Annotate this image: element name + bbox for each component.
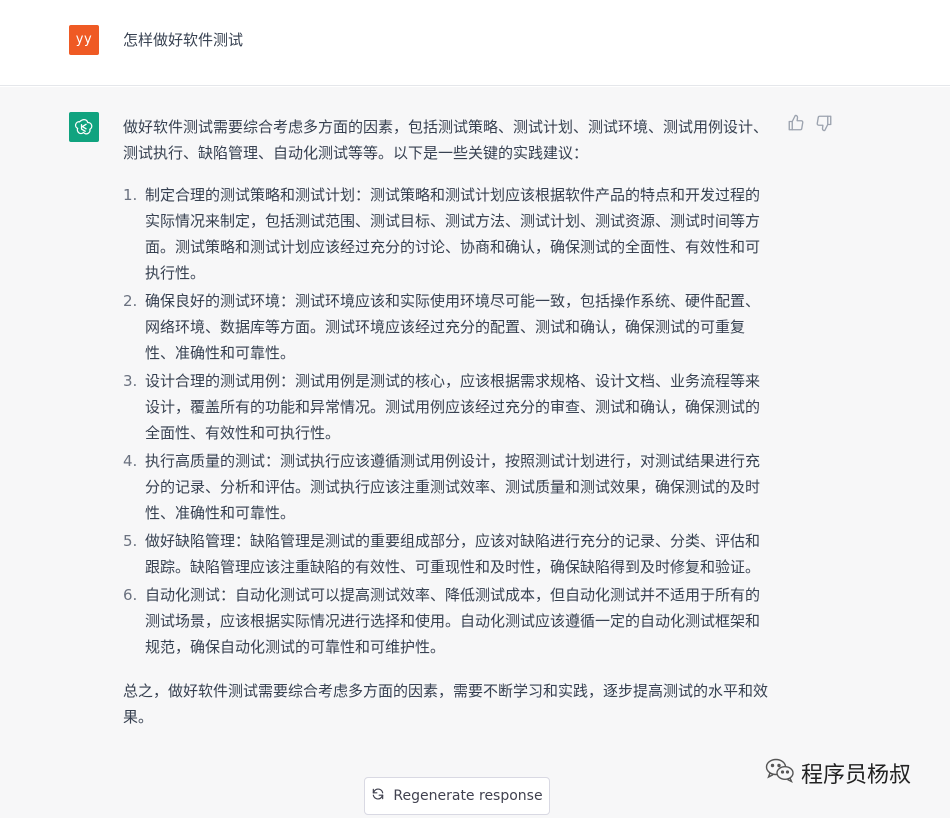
user-avatar: yy	[69, 25, 99, 55]
assistant-message-content: 做好软件测试需要综合考虑多方面的因素，包括测试策略、测试计划、测试环境、测试用例…	[123, 114, 771, 730]
list-item-text: 自动化测试：自动化测试可以提高测试效率、降低测试成本，但自动化测试并不适用于所有…	[145, 586, 761, 656]
list-item-text: 制定合理的测试策略和测试计划：测试策略和测试计划应该根据软件产品的特点和开发过程…	[145, 186, 761, 282]
list-number: 2.	[123, 292, 138, 310]
refresh-icon	[371, 787, 385, 805]
list-item-text: 设计合理的测试用例：测试用例是测试的核心，应该根据需求规格、设计文档、业务流程等…	[145, 372, 761, 442]
list-item: 6. 自动化测试：自动化测试可以提高测试效率、降低测试成本，但自动化测试并不适用于…	[123, 582, 771, 660]
watermark: 程序员杨叔	[765, 757, 911, 789]
list-number: 5.	[123, 532, 138, 550]
user-message-text: 怎样做好软件测试	[123, 31, 244, 49]
feedback-buttons	[787, 114, 833, 132]
list-item: 3. 设计合理的测试用例：测试用例是测试的核心，应该根据需求规格、设计文档、业务流…	[123, 368, 771, 446]
user-message-row: yy 怎样做好软件测试	[0, 0, 950, 86]
thumbs-up-icon[interactable]	[787, 114, 805, 132]
chatgpt-logo-icon	[69, 112, 99, 142]
watermark-text: 程序员杨叔	[801, 763, 912, 788]
list-item-text: 做好缺陷管理：缺陷管理是测试的重要组成部分，应该对缺陷进行充分的记录、分类、评估…	[145, 532, 761, 576]
list-item: 2. 确保良好的测试环境：测试环境应该和实际使用环境尽可能一致，包括操作系统、硬件…	[123, 288, 771, 366]
thumbs-down-icon[interactable]	[815, 114, 833, 132]
list-item: 4. 执行高质量的测试：测试执行应该遵循测试用例设计，按照测试计划进行，对测试结果…	[123, 448, 771, 526]
list-item-text: 执行高质量的测试：测试执行应该遵循测试用例设计，按照测试计划进行，对测试结果进行…	[145, 452, 761, 522]
list-item: 5. 做好缺陷管理：缺陷管理是测试的重要组成部分，应该对缺陷进行充分的记录、分类、…	[123, 528, 771, 580]
list-number: 4.	[123, 452, 138, 470]
list-number: 1.	[123, 186, 138, 204]
wechat-icon	[765, 757, 795, 789]
assistant-conclusion: 总之，做好软件测试需要综合考虑多方面的因素，需要不断学习和实践，逐步提高测试的水…	[123, 682, 769, 726]
regenerate-label: Regenerate response	[393, 788, 543, 804]
list-item: 1. 制定合理的测试策略和测试计划：测试策略和测试计划应该根据软件产品的特点和开发…	[123, 182, 771, 286]
list-item-text: 确保良好的测试环境：测试环境应该和实际使用环境尽可能一致，包括操作系统、硬件配置…	[145, 292, 761, 362]
assistant-message-row: 做好软件测试需要综合考虑多方面的因素，包括测试策略、测试计划、测试环境、测试用例…	[0, 87, 950, 818]
list-number: 3.	[123, 372, 138, 390]
list-number: 6.	[123, 586, 138, 604]
recommendation-list: 1. 制定合理的测试策略和测试计划：测试策略和测试计划应该根据软件产品的特点和开发…	[123, 182, 771, 660]
assistant-intro: 做好软件测试需要综合考虑多方面的因素，包括测试策略、测试计划、测试环境、测试用例…	[123, 118, 769, 162]
regenerate-response-button[interactable]: Regenerate response	[364, 777, 550, 815]
